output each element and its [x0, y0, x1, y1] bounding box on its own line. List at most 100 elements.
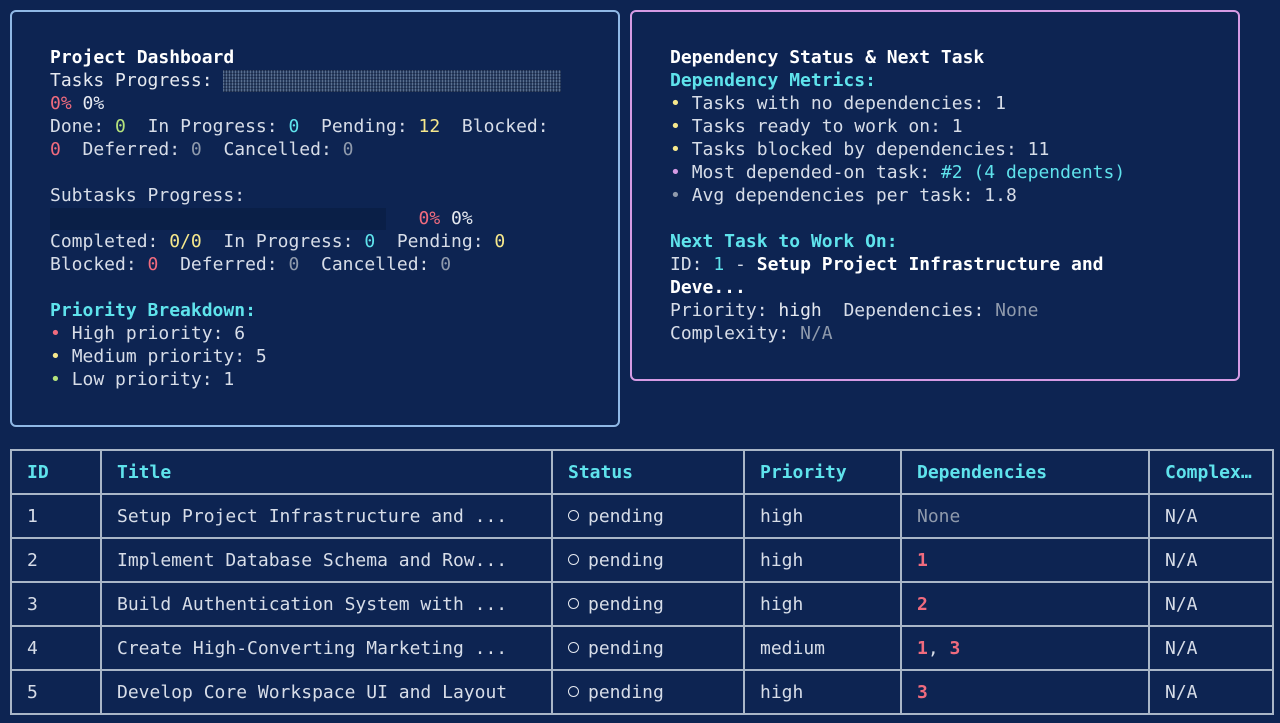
task-complexity-cell: N/A	[1148, 537, 1274, 583]
bullet-icon: •	[670, 139, 681, 160]
next-task-priority-label: Priority:	[670, 300, 768, 321]
bullet-icon: •	[50, 323, 61, 344]
table-row[interactable]: 2 Implement Database Schema and Row... pen…	[10, 537, 1274, 583]
cancelled-label: Cancelled:	[223, 139, 332, 160]
priority-high-label: High priority: 6	[71, 323, 246, 344]
task-status-cell: pending	[551, 625, 745, 671]
bullet-icon: •	[50, 346, 61, 367]
next-task-id: 1	[713, 254, 725, 275]
dependency-separator: ,	[927, 637, 950, 659]
dependency-id[interactable]: 3	[950, 638, 961, 659]
in-progress-label: In Progress:	[147, 116, 278, 137]
next-task-id-row: ID: 1 - Setup Project Infrastructure and	[670, 253, 1200, 276]
column-header-complexity: Complex…	[1148, 449, 1274, 495]
priority-low-item: • Low priority: 1	[50, 368, 580, 391]
metric-avg-deps: Avg dependencies per task: 1.8	[691, 185, 1017, 206]
task-dependencies-cell: None	[900, 493, 1150, 539]
task-title-cell: Build Authentication System with ...	[100, 581, 553, 627]
next-task-complexity-row: Complexity: N/A	[670, 322, 1200, 345]
pending-circle-icon	[568, 554, 579, 565]
metric-no-deps: Tasks with no dependencies: 1	[691, 93, 1006, 114]
priority-medium-label: Medium priority: 5	[71, 346, 267, 367]
task-status-label: pending	[588, 593, 664, 615]
subtask-cancelled-label: Cancelled:	[321, 254, 430, 275]
next-task-complexity: N/A	[800, 323, 833, 344]
task-id-cell: 5	[10, 669, 102, 715]
task-status-counts-row1: Done: 0 In Progress: 0 Pending: 12 Block…	[50, 115, 580, 138]
next-task-title-cont: Deve...	[670, 277, 746, 298]
table-row[interactable]: 3 Build Authentication System with ... pen…	[10, 581, 1274, 627]
subtasks-percent-red: 0%	[418, 208, 441, 229]
done-count: 0	[115, 116, 126, 137]
table-row[interactable]: 5 Develop Core Workspace UI and Layout pen…	[10, 669, 1274, 715]
done-label: Done:	[50, 116, 105, 137]
task-status-label: pending	[588, 681, 664, 703]
task-priority-cell: high	[743, 537, 902, 583]
task-dependencies-cell: 3	[900, 669, 1150, 715]
next-task-deps: None	[995, 300, 1039, 321]
task-id-cell: 2	[10, 537, 102, 583]
task-priority-cell: high	[743, 581, 902, 627]
subtasks-progress-bar	[50, 208, 386, 230]
subtask-cancelled-count: 0	[440, 254, 452, 275]
pending-circle-icon	[568, 686, 579, 697]
column-header-title: Title	[100, 449, 553, 495]
task-status-label: pending	[588, 637, 664, 659]
metric-item: • Avg dependencies per task: 1.8	[670, 184, 1200, 207]
column-header-status: Status	[551, 449, 745, 495]
task-status-label: pending	[588, 505, 664, 527]
dependency-id[interactable]: 1	[917, 550, 928, 571]
table-row[interactable]: 4 Create High-Converting Marketing ... pen…	[10, 625, 1274, 671]
priority-low-label: Low priority: 1	[71, 369, 235, 390]
tasks-percent: 0%	[82, 93, 105, 114]
task-title-cell: Setup Project Infrastructure and ...	[100, 493, 553, 539]
pending-count: 12	[418, 116, 441, 137]
task-complexity-cell: N/A	[1148, 493, 1274, 539]
task-title-cell: Create High-Converting Marketing ...	[100, 625, 553, 671]
task-id-cell: 4	[10, 625, 102, 671]
dependency-id[interactable]: 2	[917, 594, 928, 615]
pending-circle-icon	[568, 598, 579, 609]
task-priority-cell: high	[743, 493, 902, 539]
table-header-row: ID Title Status Priority Dependencies Co…	[10, 449, 1274, 495]
dependency-id[interactable]: 1	[917, 638, 928, 659]
deferred-label: Deferred:	[82, 139, 181, 160]
column-header-dependencies: Dependencies	[900, 449, 1150, 495]
task-id-cell: 3	[10, 581, 102, 627]
pending-circle-icon	[568, 642, 579, 653]
subtask-pending-count: 0	[494, 231, 506, 252]
metric-blocked: Tasks blocked by dependencies: 11	[691, 139, 1050, 160]
project-dashboard-panel: Project Dashboard Tasks Progress: 0% 0% …	[10, 10, 620, 427]
task-complexity-cell: N/A	[1148, 669, 1274, 715]
subtask-in-progress-label: In Progress:	[223, 231, 354, 252]
priority-medium-item: • Medium priority: 5	[50, 345, 580, 368]
blocked-label: Blocked:	[461, 116, 549, 137]
task-priority-cell: medium	[743, 625, 902, 671]
dashboard-title: Project Dashboard	[50, 47, 235, 68]
priority-high-item: • High priority: 6	[50, 322, 580, 345]
task-status-label: pending	[588, 549, 664, 571]
next-task-title: Setup Project Infrastructure and	[756, 254, 1104, 275]
dependency-panel-title: Dependency Status & Next Task	[670, 47, 985, 68]
dependency-id[interactable]: 3	[917, 682, 928, 703]
deferred-count: 0	[190, 139, 202, 160]
task-status-counts-row2: 0 Deferred: 0 Cancelled: 0	[50, 138, 580, 161]
subtask-blocked-label: Blocked:	[50, 254, 137, 275]
table-row[interactable]: 1 Setup Project Infrastructure and ... pen…	[10, 493, 1274, 539]
next-task-heading: Next Task to Work On:	[670, 231, 898, 252]
subtask-deferred-count: 0	[288, 254, 300, 275]
task-status-cell: pending	[551, 581, 745, 627]
metric-item: • Most depended-on task: #2 (4 dependent…	[670, 161, 1200, 184]
task-status-cell: pending	[551, 537, 745, 583]
task-complexity-cell: N/A	[1148, 625, 1274, 671]
subtask-in-progress-count: 0	[364, 231, 376, 252]
subtask-pending-label: Pending:	[396, 231, 484, 252]
in-progress-count: 0	[288, 116, 300, 137]
metric-most-depended-value: #2 (4 dependents)	[940, 162, 1126, 183]
pending-circle-icon	[568, 510, 579, 521]
next-task-priority: high	[778, 300, 822, 321]
subtasks-progress-label: Subtasks Progress:	[50, 185, 246, 206]
subtask-blocked-count: 0	[147, 254, 159, 275]
task-title-cell: Implement Database Schema and Row...	[100, 537, 553, 583]
